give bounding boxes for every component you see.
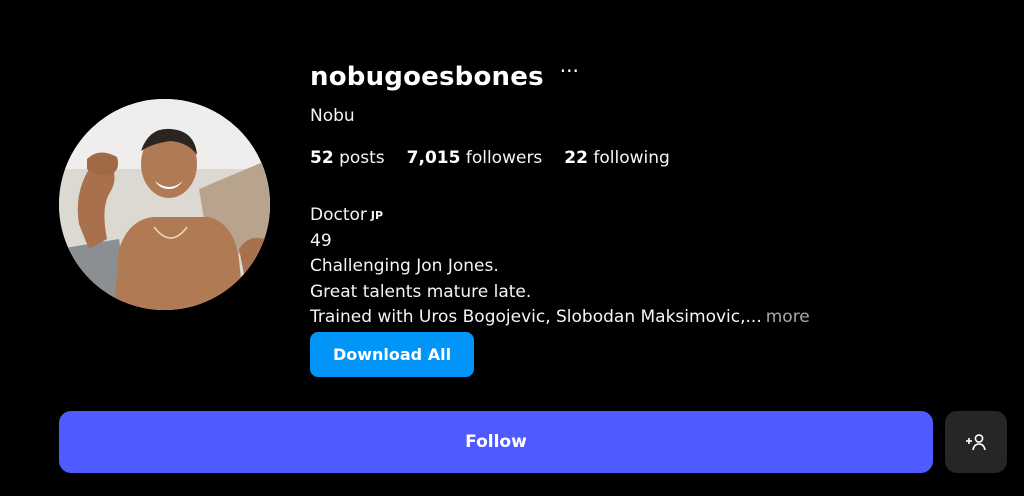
bio-occupation: Doctor <box>310 205 367 225</box>
follow-button[interactable]: Follow <box>59 411 933 473</box>
followers-label: followers <box>465 148 543 168</box>
bio-line-occupation: Doctor JP <box>310 203 810 229</box>
bio: Doctor JP 49 Challenging Jon Jones. Great… <box>310 203 810 331</box>
posts-count: 52 <box>310 148 334 168</box>
username: nobugoesbones <box>310 62 544 92</box>
followers-count: 7,015 <box>406 148 461 168</box>
full-name: Nobu <box>310 106 355 126</box>
profile-stats: 52 posts 7,015 followers 22 following <box>310 148 670 168</box>
add-person-icon <box>966 434 986 451</box>
bio-line-motto: Great talents mature late. <box>310 281 532 302</box>
posts-label: posts <box>339 148 385 168</box>
followers-stat[interactable]: 7,015 followers <box>407 148 543 168</box>
more-horizontal-icon[interactable]: ··· <box>560 61 579 81</box>
japan-flag-icon: JP <box>370 209 384 222</box>
following-label: following <box>593 148 670 168</box>
avatar[interactable] <box>59 99 270 310</box>
suggested-accounts-button[interactable] <box>945 411 1007 473</box>
bio-line-training: Trained with Uros Bogojevic, Slobodan Ma… <box>310 305 810 331</box>
more-link[interactable]: more <box>766 307 810 327</box>
following-stat[interactable]: 22 following <box>564 148 670 168</box>
bio-line-challenge: Challenging Jon Jones. <box>310 256 499 276</box>
bio-line-age: 49 <box>310 230 332 251</box>
following-count: 22 <box>564 148 588 168</box>
bio-training-text: Trained with Uros Bogojevic, Slobodan Ma… <box>310 307 762 327</box>
profile-photo <box>59 99 270 310</box>
posts-stat: 52 posts <box>310 148 385 168</box>
download-all-button[interactable]: Download All <box>310 332 474 377</box>
